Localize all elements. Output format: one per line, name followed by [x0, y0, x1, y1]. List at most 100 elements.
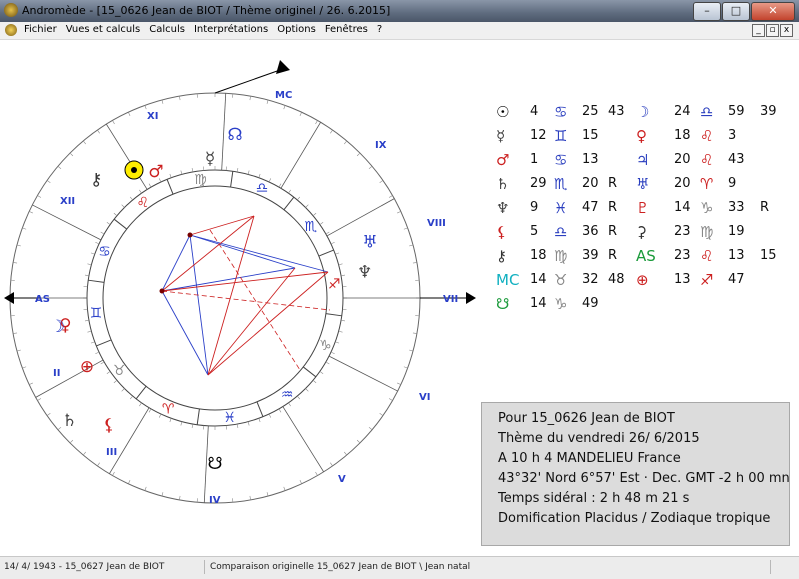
zodiac-sign-glyph: ♒: [281, 387, 294, 403]
house-label-viii: VIII: [427, 218, 446, 229]
position-value: R: [608, 244, 617, 268]
position-value: 18: [530, 244, 547, 268]
position-value: 4: [530, 100, 538, 124]
outer-degree-tick: [162, 100, 163, 104]
astro-glyph: ♈: [700, 172, 713, 196]
position-value: 33: [728, 196, 745, 220]
astro-glyph: ♓: [554, 196, 567, 220]
zodiac-sign-glyph: ♑: [319, 338, 332, 354]
planet-glyph: ☽: [50, 317, 65, 337]
planet-glyph: ♄: [62, 411, 77, 431]
astro-glyph: ♀: [636, 124, 647, 148]
outer-degree-tick: [37, 399, 40, 401]
position-value: 13: [674, 268, 691, 292]
planet-point: [160, 289, 165, 294]
position-value: 32: [582, 268, 599, 292]
outer-degree-tick: [37, 196, 40, 198]
outer-degree-tick: [250, 496, 251, 500]
degree-tick: [248, 422, 249, 426]
outer-degree-tick: [389, 399, 392, 401]
status-left: 14/ 4/ 1943 - 15_0627 Jean de BIOT: [4, 560, 205, 574]
position-value: 5: [530, 220, 538, 244]
sign-divider: [303, 367, 316, 377]
outer-degree-tick: [357, 440, 360, 443]
menu-help[interactable]: ?: [377, 24, 382, 35]
document-icon[interactable]: [5, 24, 17, 36]
astro-glyph: ♇: [636, 196, 649, 220]
astrological-wheel: ♋♌♍♎♏♐♑♒♓♈♉♊ ♂☿☊♅♆♀⚷♄☽⊕⚸☋ MC XI XII AS I…: [0, 40, 480, 556]
degree-tick: [297, 396, 300, 399]
title-bar: Andromède - [15_0626 Jean de BIOT / Thèm…: [0, 0, 799, 22]
house-label-vii: VII: [443, 294, 458, 305]
degree-tick: [87, 264, 91, 265]
outer-degree-tick: [83, 141, 86, 144]
degree-tick: [181, 170, 182, 174]
sign-ring-inner: [103, 186, 327, 410]
degree-tick: [122, 389, 125, 392]
app-icon[interactable]: [4, 3, 18, 17]
sign-divider: [257, 402, 263, 417]
position-value: 47: [728, 268, 745, 292]
degree-tick: [170, 418, 171, 422]
chart-info-box: Pour 15_0626 Jean de BIOT Thème du vendr…: [481, 402, 790, 546]
mdi-restore-button[interactable]: ▫: [766, 24, 779, 37]
outer-degree-tick: [397, 383, 401, 385]
aspect-line-dashed: [162, 291, 330, 310]
outer-degree-tick: [179, 96, 180, 100]
close-button[interactable]: ✕: [751, 2, 795, 21]
outer-degree-tick: [267, 100, 268, 104]
degree-tick: [320, 222, 323, 224]
outer-degree-tick: [284, 487, 285, 491]
minimize-button[interactable]: –: [693, 2, 721, 21]
planet-glyph: ⊕: [80, 357, 94, 377]
degree-tick: [248, 170, 249, 174]
astro-glyph: ♃: [636, 148, 649, 172]
position-value: 3: [728, 124, 736, 148]
position-value: 20: [582, 172, 599, 196]
menu-vues-et-calculs[interactable]: Vues et calculs: [66, 24, 141, 35]
degree-tick: [149, 409, 151, 412]
degree-tick: [259, 174, 260, 178]
aspect-line: [190, 235, 295, 268]
zodiac-sign-glyph: ♌: [137, 195, 150, 211]
outer-degree-tick: [47, 180, 50, 182]
position-value: 18: [674, 124, 691, 148]
position-value: 15: [582, 124, 599, 148]
mdi-close-button[interactable]: x: [780, 24, 793, 37]
degree-tick: [181, 422, 182, 426]
maximize-button[interactable]: □: [722, 2, 750, 21]
house-label-ii: II: [53, 368, 60, 379]
zodiac-sign-glyph: ♎: [256, 181, 269, 197]
aspect-line: [190, 216, 254, 235]
menu-fichier[interactable]: Fichier: [24, 24, 57, 35]
mdi-buttons: _ ▫ x: [752, 24, 793, 37]
menu-fenetres[interactable]: Fenêtres: [325, 24, 368, 35]
sign-divider: [231, 171, 233, 187]
menu-options[interactable]: Options: [277, 24, 316, 35]
position-value: 12: [530, 124, 547, 148]
degree-tick: [101, 362, 104, 364]
outer-degree-tick: [409, 245, 413, 246]
house-label-as: AS: [35, 294, 50, 305]
outer-degree-tick: [413, 333, 417, 334]
outer-degree-tick: [380, 413, 383, 415]
astro-glyph: ☽: [636, 100, 649, 124]
outer-degree-tick: [13, 333, 17, 334]
zodiac-sign-glyph: ♋: [98, 244, 111, 260]
sign-divider: [96, 340, 111, 346]
zodiac-sign-glyph: ♈: [162, 401, 175, 417]
menu-interpretations[interactable]: Interprétations: [194, 24, 268, 35]
degree-tick: [192, 424, 193, 428]
menu-calculs[interactable]: Calculs: [149, 24, 185, 35]
outer-degree-tick: [97, 463, 99, 466]
mdi-minimize-button[interactable]: _: [752, 24, 765, 37]
position-value: R: [608, 196, 617, 220]
position-value: 39: [760, 100, 777, 124]
position-value: 23: [674, 244, 691, 268]
degree-tick: [91, 342, 95, 343]
aspect-line: [162, 268, 295, 291]
chart-area: ♋♌♍♎♏♐♑♒♓♈♉♊ ♂☿☊♅♆♀⚷♄☽⊕⚸☋ MC XI XII AS I…: [0, 40, 799, 556]
degree-tick: [269, 178, 271, 182]
astro-glyph: ♍: [554, 244, 567, 268]
degree-tick: [259, 418, 260, 422]
